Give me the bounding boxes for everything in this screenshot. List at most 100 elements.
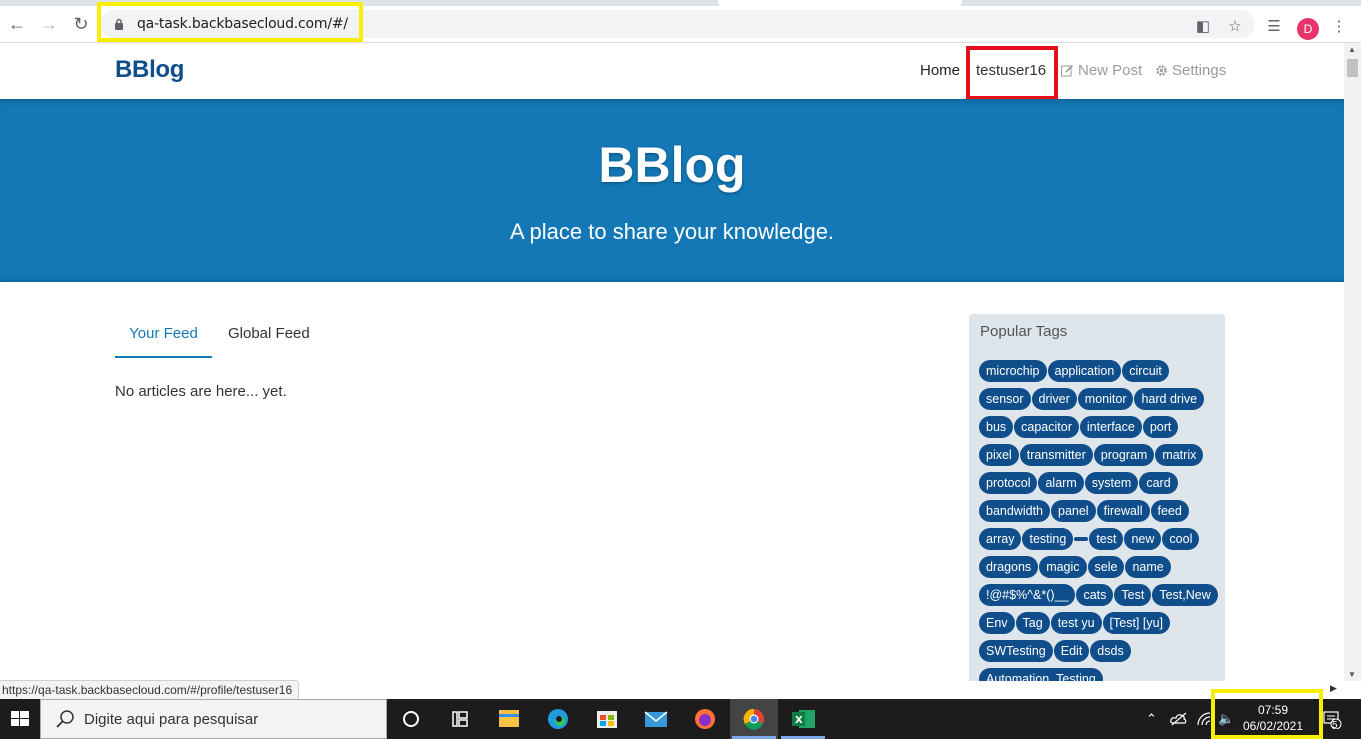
web-page: BBlog Home testuser16 New Post Settings … [0,43,1344,681]
scroll-up-arrow-icon[interactable]: ▲ [1348,45,1356,54]
popular-tags-sidebar: Popular Tags microchip application circuit… [969,314,1225,681]
star-icon[interactable]: ☆ [1226,18,1244,36]
tag-pill[interactable]: alarm [1038,472,1084,494]
tag-pill[interactable]: Env [979,612,1015,634]
tag-pill[interactable]: feed [1150,500,1189,522]
cortana-icon[interactable] [387,699,435,739]
tag-pill[interactable]: bus [979,416,1014,438]
tag-pill[interactable]: dragons [979,556,1039,578]
gear-icon [1156,65,1167,76]
tag-pill[interactable]: protocol [979,472,1038,494]
edge-icon[interactable] [534,699,582,739]
tag-pill[interactable]: monitor [1077,388,1134,410]
search-icon [56,710,74,728]
tag-pill[interactable]: test yu [1050,612,1102,634]
tag-pill[interactable]: array [979,528,1022,550]
banner-title: BBlog [598,137,746,193]
network-icon[interactable] [1196,711,1212,727]
tag-pill[interactable]: port [1142,416,1179,438]
scroll-right-arrow-icon[interactable]: ▶ [1330,683,1337,694]
tag-pill[interactable]: Automation_Testing [979,668,1103,681]
tag-list: microchip application circuitsensor driver m… [979,360,1219,681]
search-placeholder: Digite aqui para pesquisar [84,711,259,728]
tag-pill[interactable]: !@#$%^&*()__ [979,584,1076,606]
banner-subtitle: A place to share your knowledge. [509,219,835,244]
settings-label: Settings [1172,62,1227,79]
notification-count: 5 [1332,720,1338,731]
tag-pill[interactable]: driver [1031,388,1077,410]
tag-pill[interactable]: SWTesting [979,640,1053,662]
edit-icon [1061,64,1074,77]
tag-pill[interactable]: circuit [1122,360,1169,382]
store-icon[interactable] [583,699,631,739]
nav-settings-link[interactable]: Settings [1155,62,1226,79]
feed-tabs: Your Feed Global Feed [115,326,905,358]
tag-pill[interactable]: dsds [1090,640,1131,662]
user-highlight-box [966,46,1058,100]
svg-text:X: X [795,715,803,726]
tag-pill[interactable]: matrix [1155,444,1204,466]
task-view-icon[interactable] [435,699,483,739]
vertical-scrollbar[interactable]: ▲ ▼ [1344,43,1361,681]
forward-arrow-icon[interactable]: → [37,12,61,36]
tag-pill[interactable]: sele [1087,556,1125,578]
tag-pill[interactable]: name [1125,556,1171,578]
tray-expand-icon[interactable]: ⌃ [1146,711,1157,727]
windows-taskbar: Digite aqui para pesquisar X ⌃ 🔈 07:59 0… [0,699,1361,739]
reload-icon[interactable]: ↻ [69,12,93,36]
site-navbar: BBlog Home testuser16 New Post Settings [0,43,1344,100]
tag-pill[interactable]: Test [1114,584,1152,606]
tag-pill[interactable]: application [1047,360,1122,382]
translate-icon[interactable]: ◧ [1194,18,1212,36]
tag-pill[interactable]: Tag [1015,612,1050,634]
menu-dots-icon[interactable]: ⋮ [1330,18,1348,36]
tag-pill[interactable]: capacitor [1014,416,1079,438]
tag-pill[interactable]: interface [1079,416,1142,438]
firefox-icon[interactable] [681,699,729,739]
tag-pill[interactable]: bandwidth [979,500,1050,522]
tag-pill[interactable]: Test,New [1152,584,1218,606]
media-control-icon[interactable]: ☰ [1265,18,1283,36]
back-arrow-icon[interactable]: ← [5,12,29,36]
popular-tags-title: Popular Tags [980,323,1068,340]
tag-pill[interactable]: [Test] [yu] [1102,612,1171,634]
tag-pill[interactable]: hard drive [1134,388,1205,410]
nav-new-post-link[interactable]: New Post [1061,62,1142,79]
mail-icon[interactable] [632,699,680,739]
excel-icon[interactable]: X [779,699,827,739]
taskbar-search-box[interactable]: Digite aqui para pesquisar [40,699,387,739]
tag-pill[interactable]: magic [1039,556,1087,578]
tag-pill[interactable]: microchip [979,360,1047,382]
url-highlight-box [97,2,363,42]
tab-your-feed[interactable]: Your Feed [115,326,212,358]
tag-pill[interactable] [1074,537,1089,541]
tag-pill[interactable]: system [1084,472,1139,494]
onedrive-icon[interactable] [1170,711,1188,727]
nav-home-link[interactable]: Home [920,62,960,79]
tag-pill[interactable]: pixel [979,444,1019,466]
tag-pill[interactable]: program [1093,444,1155,466]
scroll-thumb[interactable] [1347,59,1358,77]
tag-pill[interactable]: cool [1162,528,1200,550]
brand-logo[interactable]: BBlog [115,56,184,84]
profile-avatar[interactable]: D [1297,18,1319,40]
tag-pill[interactable]: Edit [1053,640,1090,662]
tag-pill[interactable]: transmitter [1019,444,1093,466]
tag-pill[interactable]: test [1089,528,1124,550]
tag-pill[interactable]: card [1139,472,1178,494]
file-explorer-icon[interactable] [485,699,533,739]
empty-feed-message: No articles are here... yet. [115,383,287,400]
chrome-icon[interactable] [730,699,778,739]
hero-banner: BBlog A place to share your knowledge. [0,99,1344,282]
scroll-down-arrow-icon[interactable]: ▼ [1348,670,1356,679]
tag-pill[interactable]: panel [1051,500,1096,522]
tag-pill[interactable]: cats [1076,584,1114,606]
tag-pill[interactable]: new [1124,528,1162,550]
windows-start-icon[interactable] [0,699,40,739]
link-status-bar: https://qa-task.backbasecloud.com/#/prof… [0,680,300,699]
tag-pill[interactable]: testing [1022,528,1074,550]
tab-global-feed[interactable]: Global Feed [228,326,310,356]
clock-highlight-box [1211,689,1323,739]
tag-pill[interactable]: sensor [979,388,1031,410]
tag-pill[interactable]: firewall [1096,500,1150,522]
